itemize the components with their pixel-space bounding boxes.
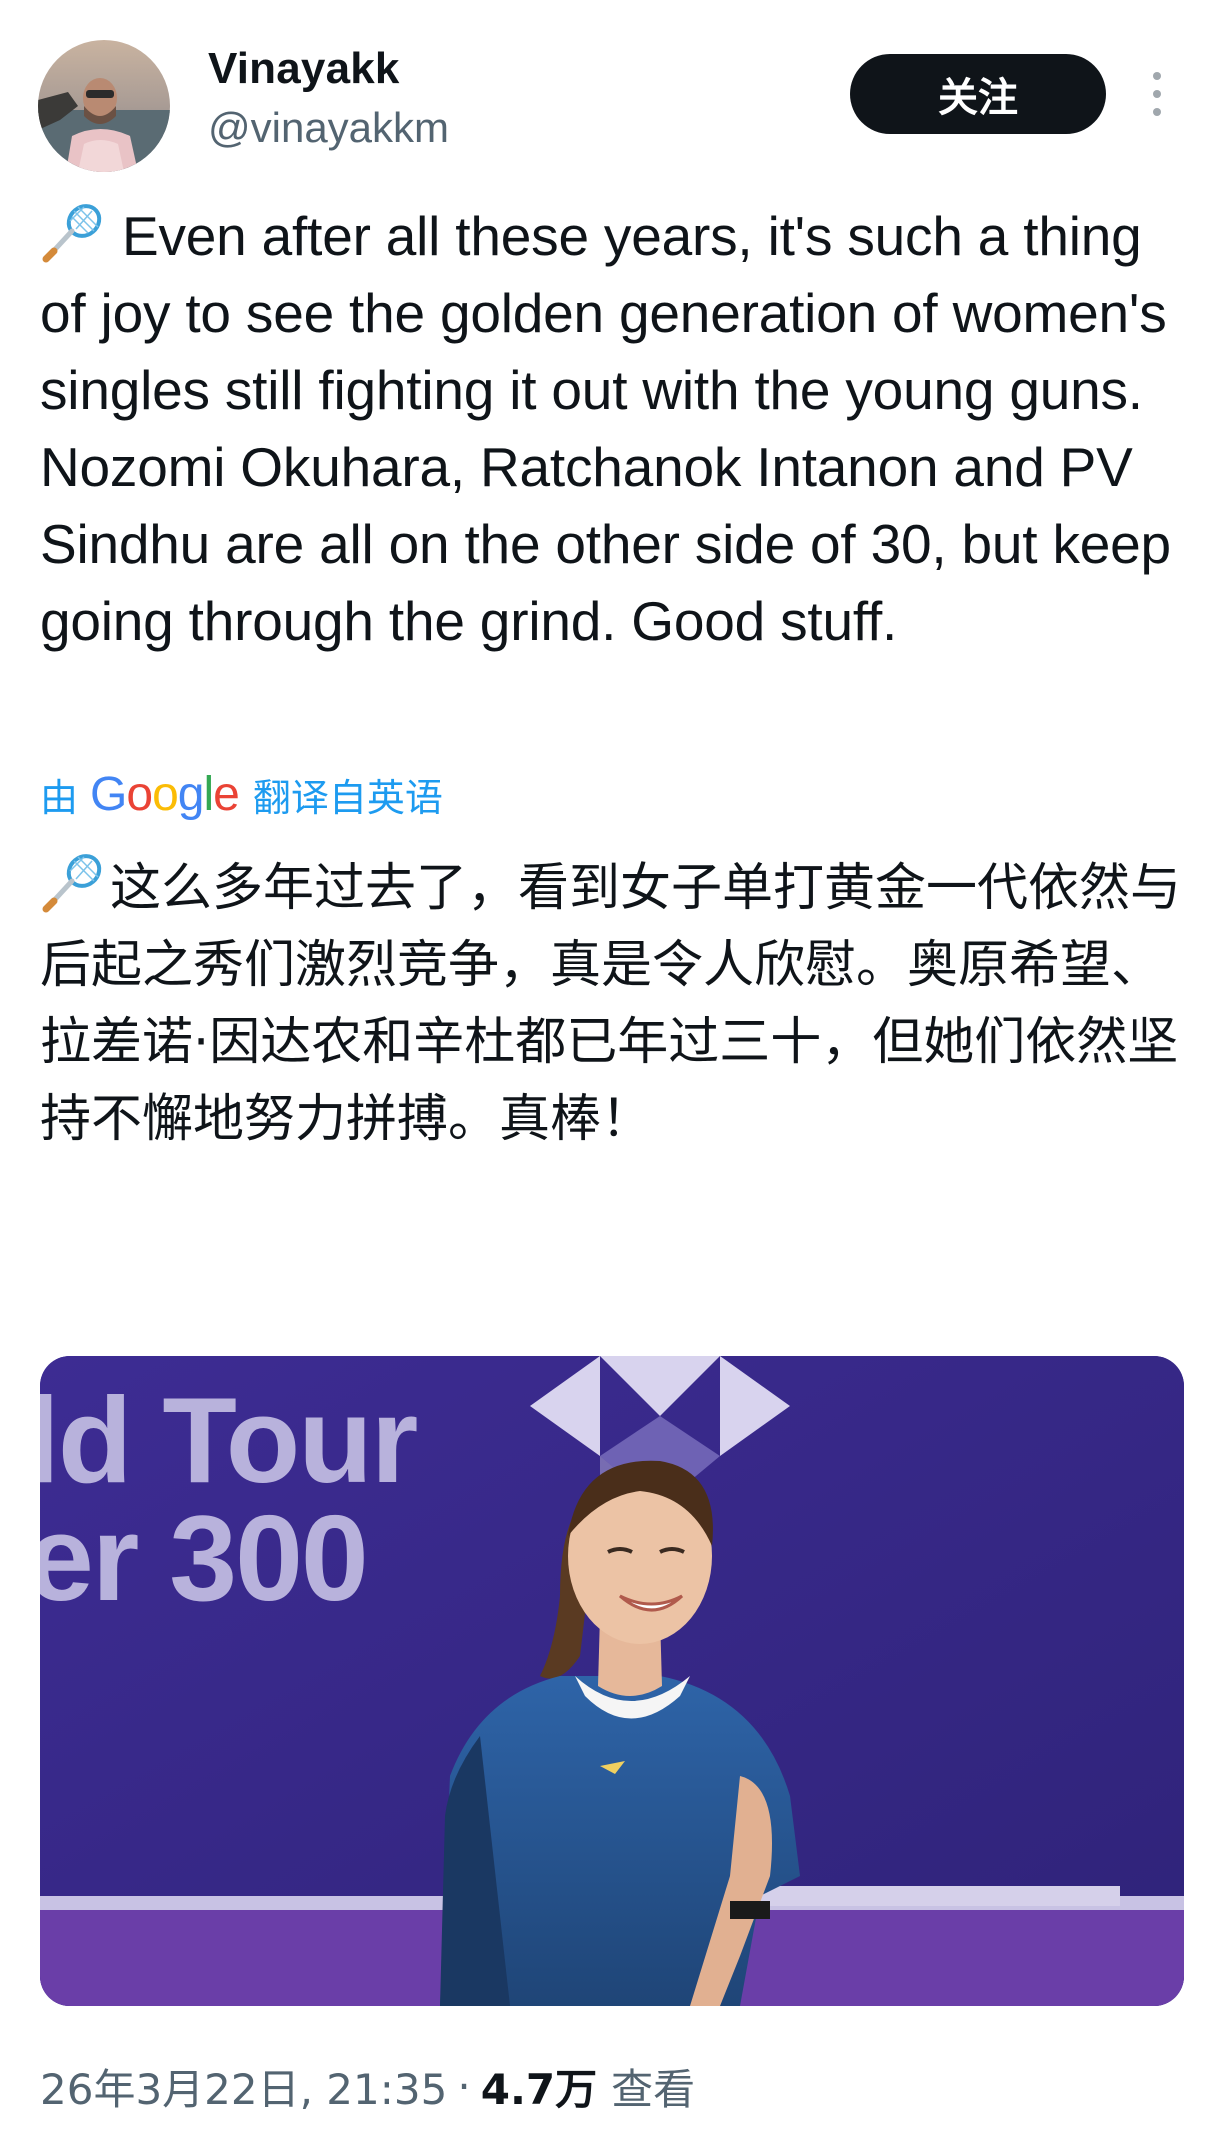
translation-attribution[interactable]: 由 Google 翻译自英语 [40, 764, 443, 824]
timestamp[interactable]: 26年3月22日, 21:35 [40, 2056, 447, 2117]
views-label: 查看 [611, 2064, 696, 2114]
translated-from-label: 翻译自英语 [252, 775, 443, 820]
follow-button[interactable]: 关注 [850, 54, 1106, 134]
tweet-body: Even after all these years, it's such a … [40, 205, 1171, 652]
more-vertical-icon[interactable] [1142, 66, 1172, 122]
tweet-media[interactable]: ld Tour er 300 [40, 1356, 1184, 2006]
google-logo: Google [90, 767, 240, 821]
badminton-racket-icon [42, 204, 102, 263]
tweet-text: Even after all these years, it's such a … [40, 198, 1190, 660]
translated-text: 这么多年过去了，看到女子单打黄金一代依然与后起之秀们激烈竞争，真是令人欣慰。奥原… [40, 850, 1200, 1158]
translated-by-label: 由 [40, 775, 79, 820]
display-name[interactable]: Vinayakk [208, 44, 400, 94]
tweet-meta: 26年3月22日, 21:35 · 4.7万 查看 [40, 2056, 695, 2116]
user-handle[interactable]: @vinayakkm [208, 104, 449, 152]
translated-body: 这么多年过去了，看到女子单打黄金一代依然与后起之秀们激烈竞争，真是令人欣慰。奥原… [40, 859, 1182, 1149]
media-overlay-text-2: er 300 [40, 1490, 369, 1626]
badminton-racket-icon [42, 854, 102, 913]
tweet-detail: Vinayakk @vinayakkm 关注 Even after all th… [0, 0, 1224, 2147]
avatar[interactable] [38, 40, 170, 172]
views-count[interactable]: 4.7万 [481, 2056, 597, 2117]
meta-separator: · [457, 2061, 471, 2111]
